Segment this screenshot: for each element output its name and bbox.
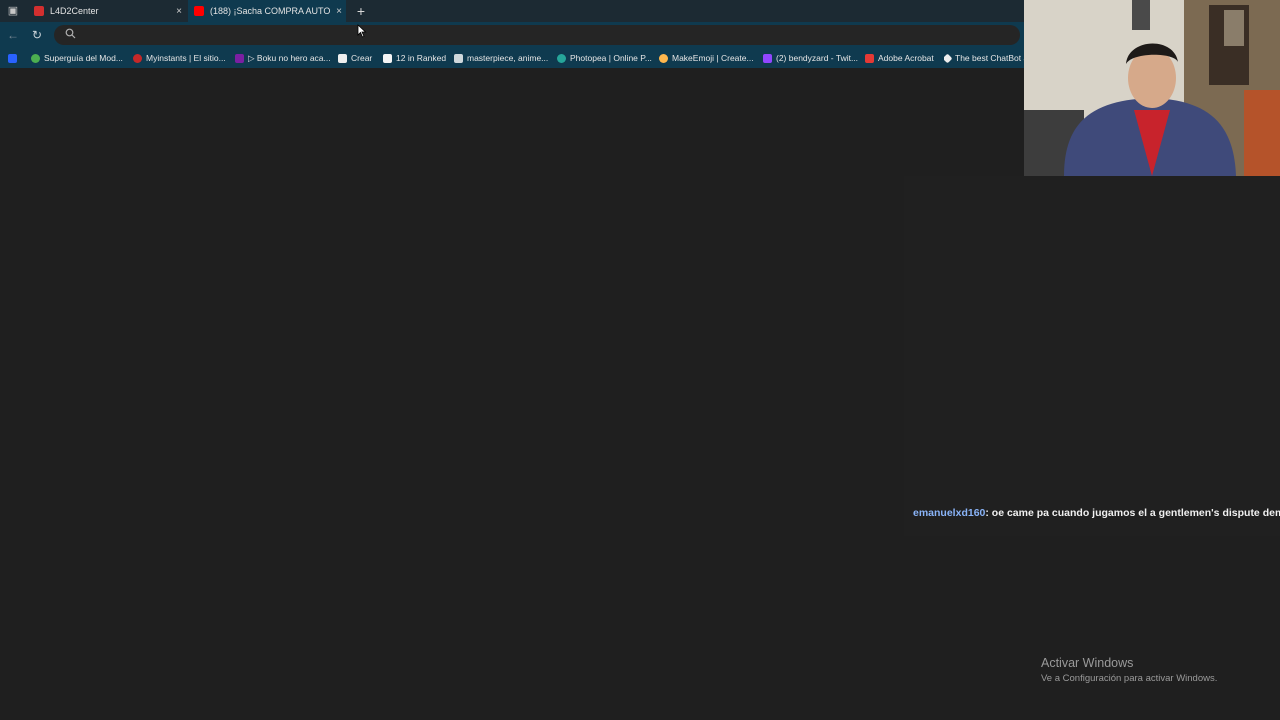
bookmark-favicon-icon	[383, 53, 392, 63]
bookmark-favicon-icon	[338, 53, 347, 63]
tab-l4d2center[interactable]: L4D2Center ×	[28, 0, 186, 22]
back-arrow-icon[interactable]: ←	[5, 27, 21, 43]
bookmark-item[interactable]: The best ChatBot a	[944, 52, 1024, 64]
close-icon[interactable]: ×	[172, 6, 186, 17]
chat-text: : oe came pa cuando jugamos el a gentlem…	[985, 507, 1280, 519]
tab-title: L4D2Center	[50, 6, 99, 16]
mouse-cursor-icon	[357, 24, 367, 38]
address-bar[interactable]	[54, 25, 1020, 45]
l4d2center-favicon-icon	[34, 6, 44, 16]
apps-icon[interactable]	[8, 52, 21, 64]
bookmark-favicon-icon	[557, 53, 566, 63]
address-input[interactable]	[84, 27, 984, 43]
bookmark-item[interactable]: Superguía del Mod...	[31, 52, 123, 64]
bookmarks-bar: Superguía del Mod... Myinstants | El sit…	[0, 48, 1024, 68]
bookmark-favicon-icon	[763, 53, 772, 63]
windows-activation-watermark: Activar Windows Ve a Configuración para …	[1041, 656, 1217, 684]
activation-subtitle: Ve a Configuración para activar Windows.	[1041, 673, 1218, 684]
bookmark-item[interactable]: Myinstants | El sitio...	[133, 52, 226, 64]
chat-username: emanuelxd160	[913, 507, 986, 519]
bookmark-item[interactable]: MakeEmoji | Create...	[659, 52, 754, 64]
bookmark-item[interactable]: Crear	[338, 52, 372, 64]
chat-message: emanuelxd160: oe came pa cuando jugamos …	[913, 507, 1280, 519]
search-icon	[65, 28, 76, 42]
activation-title: Activar Windows	[1041, 656, 1134, 670]
reload-icon[interactable]: ↻	[29, 27, 45, 43]
youtube-favicon-icon	[194, 6, 204, 16]
bookmark-favicon-icon	[659, 53, 668, 63]
bookmark-item[interactable]: Photopea | Online P...	[557, 52, 652, 64]
browser-toolbar: ← ↻	[0, 22, 1024, 48]
tab-search-icon[interactable]: ▣	[6, 4, 20, 18]
tab-strip: ▣ L4D2Center × (188) ¡Sacha COMPRA AUTO …	[0, 0, 1024, 22]
bookmark-favicon-icon	[235, 53, 244, 63]
bookmark-favicon-icon	[865, 53, 874, 63]
close-icon[interactable]: ×	[332, 6, 346, 17]
bookmark-item[interactable]: (2) bendyzard - Twit...	[763, 52, 858, 64]
bookmark-favicon-icon	[31, 53, 40, 63]
bookmark-favicon-icon	[133, 53, 142, 63]
bookmark-favicon-icon	[454, 53, 463, 63]
bookmark-item[interactable]: 12 in Ranked	[383, 52, 446, 64]
bookmark-favicon-icon	[944, 53, 953, 63]
bookmark-item[interactable]: masterpiece, anime...	[454, 52, 548, 64]
tab-youtube[interactable]: (188) ¡Sacha COMPRA AUTO ×	[188, 0, 346, 22]
bookmark-item[interactable]: Adobe Acrobat	[865, 52, 934, 64]
tab-title: (188) ¡Sacha COMPRA AUTO	[210, 6, 331, 16]
new-tab-icon[interactable]: +	[353, 3, 369, 19]
bookmark-item[interactable]: ▷ Boku no hero aca...	[235, 52, 331, 64]
chat-panel	[904, 176, 1280, 536]
webcam-overlay	[1024, 0, 1280, 176]
